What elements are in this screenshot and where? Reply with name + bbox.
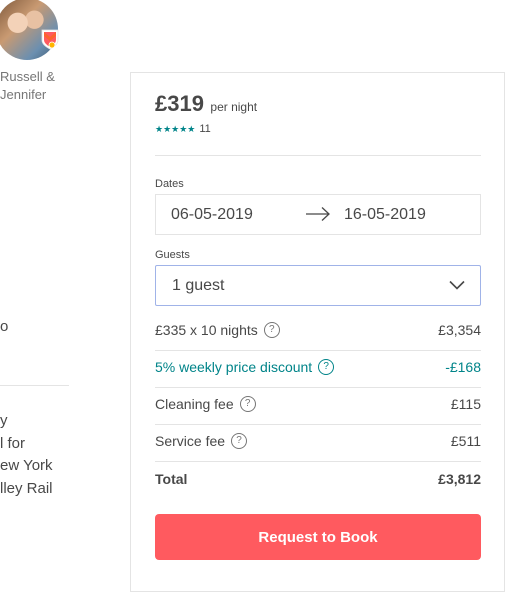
divider bbox=[155, 387, 481, 388]
price-line-nights: £335 x 10 nights ? £3,354 bbox=[155, 322, 481, 342]
booking-card: £319 per night ★★★★★ 11 Dates 06-05-2019… bbox=[130, 72, 505, 592]
guests-select[interactable]: 1 guest bbox=[155, 265, 481, 306]
line-label: 5% weekly price discount bbox=[155, 359, 313, 375]
line-amount: £3,354 bbox=[438, 322, 481, 338]
help-icon[interactable]: ? bbox=[231, 433, 248, 449]
check-in-input[interactable]: 06-05-2019 bbox=[171, 206, 253, 224]
date-range-picker: 06-05-2019 16-05-2019 bbox=[155, 194, 481, 235]
line-amount: £115 bbox=[450, 396, 481, 412]
chevron-down-icon bbox=[449, 280, 465, 290]
price-line-service: Service fee ? £511 bbox=[155, 433, 481, 453]
price-line-total: Total £3,812 bbox=[155, 471, 481, 491]
description-fragment-lines: y l for ew York lley Rail bbox=[0, 412, 53, 497]
superhost-badge-icon bbox=[41, 29, 59, 50]
help-icon[interactable]: ? bbox=[318, 359, 335, 375]
help-icon[interactable]: ? bbox=[239, 396, 256, 412]
line-label: Cleaning fee bbox=[155, 396, 234, 412]
host-name[interactable]: Russell & Jennifer bbox=[0, 68, 55, 104]
divider bbox=[155, 461, 481, 462]
arrow-right-icon bbox=[306, 207, 330, 221]
total-amount: £3,812 bbox=[438, 471, 481, 487]
total-label: Total bbox=[155, 471, 188, 487]
divider bbox=[155, 424, 481, 425]
price-row: £319 per night bbox=[155, 91, 257, 117]
review-count: 11 bbox=[199, 123, 211, 135]
nightly-price: £319 bbox=[155, 91, 204, 116]
line-label: Service fee bbox=[155, 433, 226, 449]
rating[interactable]: ★★★★★ 11 bbox=[155, 123, 211, 135]
line-amount: -£168 bbox=[445, 359, 481, 375]
request-to-book-button[interactable]: Request to Book bbox=[155, 514, 481, 560]
star-rating-icon: ★★★★★ bbox=[155, 123, 196, 134]
help-icon[interactable]: ? bbox=[263, 322, 280, 338]
dates-label: Dates bbox=[155, 178, 184, 190]
description-fragment: o bbox=[0, 318, 9, 335]
guests-value: 1 guest bbox=[172, 277, 225, 294]
divider bbox=[155, 350, 481, 351]
check-out-input[interactable]: 16-05-2019 bbox=[344, 206, 426, 224]
per-night-label: per night bbox=[210, 100, 258, 114]
line-label: £335 x 10 nights bbox=[155, 322, 258, 338]
price-line-discount: 5% weekly price discount ? -£168 bbox=[155, 359, 481, 379]
price-line-cleaning: Cleaning fee ? £115 bbox=[155, 396, 481, 416]
guests-label: Guests bbox=[155, 249, 190, 261]
divider bbox=[0, 385, 69, 386]
divider bbox=[155, 155, 481, 156]
line-amount: £511 bbox=[450, 433, 481, 449]
